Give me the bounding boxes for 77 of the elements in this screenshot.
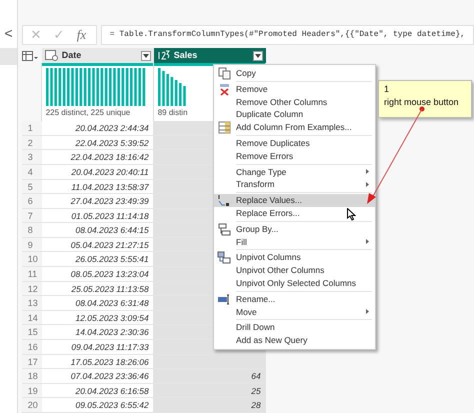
copy-icon [218,66,230,80]
table-cell: 05.04.2023 21:27:15 [42,238,154,252]
remove-icon [218,82,230,96]
submenu-arrow-icon [366,169,369,174]
table-cell: 20.04.2023 20:40:11 [42,164,154,180]
row-number: 2 [22,136,42,150]
menu-item[interactable]: Unpivot Only Selected Columns [214,276,375,290]
submenu-arrow-icon [366,182,369,188]
table-cell: 22.04.2023 5:39:52 [42,136,154,150]
menu-item[interactable]: Move [214,306,375,318]
callout-number: 1 [384,83,390,96]
menu-item[interactable]: Replace Values... [214,194,375,207]
menu-item[interactable]: Remove Other Columns [214,96,375,108]
table-cell: 28 [154,398,266,413]
menu-item[interactable]: Copy [214,67,375,80]
filter-dropdown[interactable] [252,50,263,61]
menu-item[interactable]: Unpivot Other Columns [214,264,375,277]
column-name: Sales [174,48,198,62]
menu-item[interactable]: Group By... [214,222,375,236]
menu-item[interactable]: Drill Down [214,321,375,334]
table-cell: 20.04.2023 6:16:58 [42,384,154,398]
column-stats: 89 distin [158,107,188,120]
menu-item[interactable]: Remove [214,82,375,96]
table-cell: 26.05.2023 5:55:41 [42,252,154,268]
menu-item[interactable]: Duplicate Column [214,108,375,122]
row-number: 12 [22,282,42,296]
table-cell: 09.05.2023 6:55:42 [42,398,154,413]
table-icon [218,121,230,134]
group-icon [218,222,230,236]
unpivot-icon [217,251,231,264]
collapse-button[interactable]: < [4,23,13,44]
rename-icon [217,292,231,306]
table-cell: 27.04.2023 23:49:39 [42,194,154,209]
menu-item[interactable]: Unpivot Columns [214,251,375,264]
menu-item[interactable]: Remove Duplicates [214,136,375,150]
menu-item[interactable]: Add as New Query [214,334,375,347]
callout-text: right mouse button [384,96,460,109]
menu-item[interactable]: Add Column From Examples... [214,121,375,134]
calendar-icon [44,50,58,62]
filter-dropdown[interactable] [140,50,151,61]
row-number: 5 [22,180,42,194]
table-cell: 08.04.2023 6:31:48 [42,296,154,311]
table-cell: 17.05.2023 18:26:06 [42,354,154,370]
table-cell: 12.05.2023 3:09:54 [42,310,154,326]
table-cell: 22.04.2023 18:16:42 [42,150,154,165]
table-cell: 14.04.2023 2:30:36 [42,325,154,340]
number-type-icon [156,50,170,62]
menu-item[interactable]: Replace Errors... [214,206,375,220]
row-number: 7 [22,208,42,224]
formula-field[interactable]: = Table.TransformColumnTypes(#"Promoted Headers",{{"Date", type datetime}, [100,25,474,46]
table-cell: 11.04.2023 13:58:37 [42,180,154,194]
table-cell: 64 [154,369,266,384]
menu-item[interactable]: Fill [214,236,375,248]
table-cell: 25.05.2023 11:13:58 [42,282,154,296]
column-header[interactable]: Date [42,48,154,64]
column-stats: 225 distinct, 225 unique [46,107,130,120]
submenu-arrow-icon [366,239,369,244]
replace-icon [217,194,231,208]
table-cell: 20.04.2023 2:44:34 [42,121,154,136]
table-cell: 25 [154,384,266,398]
table-menu-icon[interactable] [22,50,38,61]
column-header[interactable]: Sales [154,48,266,64]
menu-item[interactable]: Remove Errors [214,150,375,163]
row-number: 17 [22,354,42,370]
histogram-drawing [158,68,186,106]
menu-item[interactable]: Change Type [214,166,375,178]
function-button[interactable]: fx [76,25,86,45]
table-cell: 01.05.2023 11:14:18 [42,208,154,224]
menu-item[interactable]: Transform [214,178,375,192]
table-cell: 09.04.2023 11:17:33 [42,340,154,355]
submenu-arrow-icon [366,309,369,314]
table-cell: 08.05.2023 13:23:04 [42,267,154,282]
column-name: Date [62,48,82,62]
menu-item[interactable]: Rename... [214,292,375,306]
table-cell: 08.04.2023 6:44:15 [42,223,154,238]
table-cell: 07.04.2023 23:36:46 [42,369,154,384]
mouse-cursor-icon [347,208,356,221]
